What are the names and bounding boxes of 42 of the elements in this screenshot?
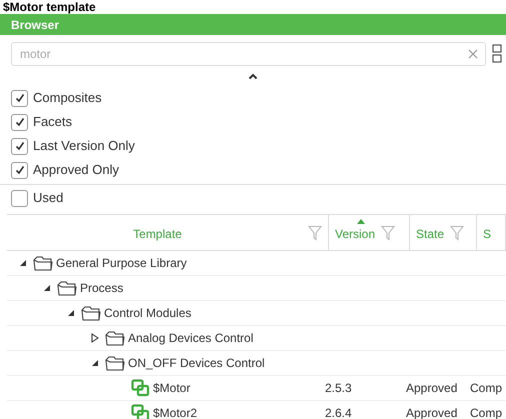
checkbox[interactable] <box>11 162 28 178</box>
checkbox-label: Last Version Only <box>33 137 135 156</box>
collapse-icon[interactable] <box>248 72 258 80</box>
expanded-triangle-icon[interactable] <box>90 358 100 368</box>
tree-item[interactable]: ON_OFF Devices Control <box>128 354 265 372</box>
checkmark-icon <box>14 165 24 175</box>
tree-item[interactable]: Control Modules <box>104 304 192 322</box>
checkmark-icon <box>14 141 24 151</box>
folder-icon <box>57 280 77 296</box>
collapsed-triangle-icon[interactable] <box>90 333 100 343</box>
folder-icon <box>105 330 125 346</box>
checkbox-label: Approved Only <box>33 161 119 180</box>
tree-item[interactable]: Analog Devices Control <box>128 329 254 347</box>
page-title: $Motor template <box>2 0 97 14</box>
checkbox[interactable] <box>11 114 28 130</box>
layout-icon[interactable] <box>492 44 502 64</box>
folder-icon <box>33 256 53 270</box>
checkbox[interactable] <box>11 190 28 206</box>
expanded-triangle-icon[interactable] <box>18 258 28 268</box>
expanded-triangle-icon[interactable] <box>42 283 52 293</box>
checkbox[interactable] <box>11 90 28 106</box>
table-cell-text: 2.6.4 <box>324 405 353 419</box>
composite-icon <box>131 404 150 419</box>
tree-item[interactable]: $Motor2 <box>153 404 198 419</box>
clear-icon[interactable] <box>468 49 478 59</box>
checkmark-icon <box>14 93 24 103</box>
composite-icon <box>131 379 150 397</box>
checkbox-label: Composites <box>33 89 102 108</box>
checkmark-icon <box>14 117 24 127</box>
tree-item[interactable]: Process <box>80 279 124 297</box>
tree-item[interactable]: $Motor <box>153 379 190 397</box>
table-cell-text: Approved <box>405 380 458 397</box>
expanded-triangle-icon[interactable] <box>66 308 76 318</box>
checkbox-label: Used <box>33 189 64 208</box>
folder-icon <box>105 356 125 370</box>
checkbox-label: Facets <box>33 113 72 132</box>
tree-item[interactable]: General Purpose Library <box>56 254 187 272</box>
panel-header: Browser <box>0 14 506 35</box>
table-cell-text: 2.5.3 <box>324 380 353 397</box>
table-cell-text: Comp <box>470 380 502 397</box>
checkbox[interactable] <box>11 138 28 154</box>
folder-icon <box>81 306 101 320</box>
